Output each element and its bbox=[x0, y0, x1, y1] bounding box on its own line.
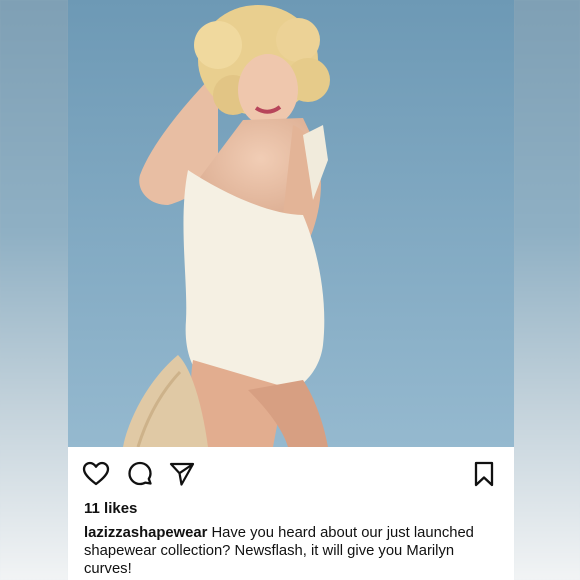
action-bar bbox=[68, 447, 514, 497]
caption-username[interactable]: lazizzashapewear bbox=[84, 525, 207, 541]
comment-icon[interactable] bbox=[126, 460, 154, 488]
send-icon[interactable] bbox=[168, 460, 196, 488]
post-photo[interactable] bbox=[68, 0, 514, 447]
likes-count[interactable]: 11 likes bbox=[84, 500, 137, 517]
heart-icon[interactable] bbox=[82, 460, 110, 488]
post-caption: lazizzashapewear Have you heard about ou… bbox=[84, 524, 504, 578]
photo-illustration bbox=[68, 0, 514, 447]
instagram-post: 11 likes lazizzashapewear Have you heard… bbox=[68, 0, 514, 580]
left-background-blur bbox=[0, 0, 68, 580]
bookmark-icon[interactable] bbox=[470, 460, 498, 488]
right-background-blur bbox=[514, 0, 580, 580]
